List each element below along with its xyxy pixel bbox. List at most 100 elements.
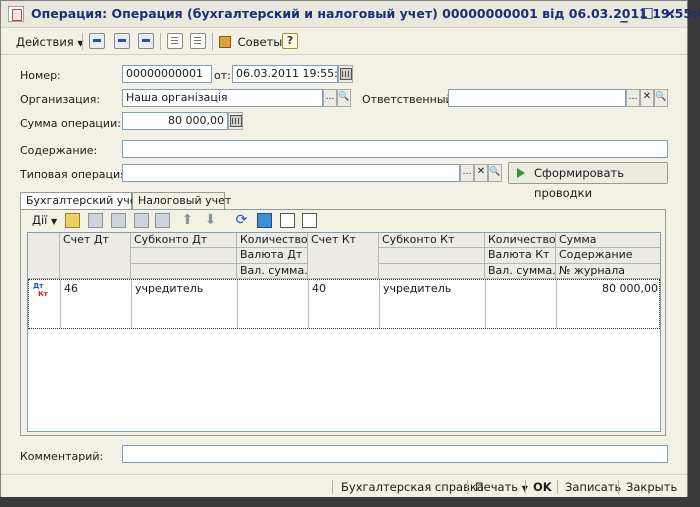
- minimize-button[interactable]: _: [615, 5, 633, 23]
- entries-table[interactable]: Счет Дт Субконто Дт Количество... Валюта…: [27, 232, 661, 432]
- operation-window: Операция: Операция (бухгалтерский и нало…: [0, 0, 700, 497]
- header-subconto-dt[interactable]: Субконто Дт: [131, 233, 237, 248]
- responsible-select-button[interactable]: …: [626, 89, 640, 107]
- accounting-report-button[interactable]: Бухгалтерская справка: [341, 478, 484, 496]
- entry-type-icon: Дт Кт: [29, 280, 61, 328]
- toolbar-separator: [212, 33, 213, 50]
- organization-search-button[interactable]: 🔍: [337, 89, 351, 107]
- title-bar[interactable]: Операция: Операция (бухгалтерский и нало…: [1, 1, 700, 28]
- save-button[interactable]: Записать: [565, 478, 621, 496]
- maximize-button[interactable]: ☐: [638, 5, 656, 23]
- end-edit-icon[interactable]: [155, 213, 170, 228]
- number-field[interactable]: 00000000001: [122, 65, 212, 83]
- ok-button[interactable]: OK: [533, 478, 552, 496]
- fill-icon[interactable]: [257, 213, 272, 228]
- advice-label: Советы: [237, 35, 283, 49]
- close-form-button[interactable]: Закрыть: [626, 478, 677, 496]
- row-icon-header: [28, 233, 60, 279]
- content-field[interactable]: [122, 140, 668, 158]
- header-cur-sum-kt[interactable]: Вал. сумма...: [485, 264, 556, 279]
- cell-sum[interactable]: 80 000,00: [557, 280, 660, 328]
- typical-select-button[interactable]: …: [460, 164, 474, 182]
- journal-icon[interactable]: [190, 33, 206, 49]
- typical-search-button[interactable]: 🔍: [488, 164, 502, 182]
- delete-row-icon[interactable]: [134, 213, 149, 228]
- play-icon: [517, 168, 525, 178]
- organization-field[interactable]: Наша організація: [122, 89, 323, 107]
- toolbar: Действия ▼ Советы ?: [1, 29, 687, 55]
- toolbar-separator: [82, 33, 83, 50]
- grid-actions-menu[interactable]: Дії ▼: [32, 213, 57, 229]
- columns-icon[interactable]: [302, 213, 317, 228]
- table-row[interactable]: Дт Кт 46 учредитель 40 учредитель 80 000…: [28, 279, 660, 329]
- tab-accounting[interactable]: Бухгалтерский учет: [20, 192, 143, 210]
- advice-button[interactable]: Советы: [219, 32, 282, 52]
- responsible-clear-button[interactable]: ✕: [640, 89, 654, 107]
- header-currency-kt[interactable]: Валюта Кт: [485, 248, 556, 264]
- header-sum[interactable]: Сумма: [556, 233, 660, 248]
- header-quantity-kt[interactable]: Количество...: [485, 233, 556, 248]
- print-label: Печать: [475, 480, 519, 494]
- header-cur-sum-dt[interactable]: Вал. сумма...: [237, 264, 308, 279]
- responsible-label: Ответственный:: [362, 93, 457, 106]
- move-up-icon[interactable]: ⬆: [180, 213, 195, 228]
- content-label: Содержание:: [20, 144, 98, 157]
- edit-row-icon[interactable]: [111, 213, 126, 228]
- typical-operation-field[interactable]: [122, 164, 460, 182]
- actions-menu[interactable]: Действия ▼: [16, 32, 84, 52]
- actions-label: Действия: [16, 35, 74, 49]
- refresh-grid-icon[interactable]: ⟳: [234, 213, 249, 228]
- header-subconto-kt-3: [379, 264, 485, 279]
- header-currency-dt[interactable]: Валюта Дт: [237, 248, 308, 264]
- toolbar-separator: [160, 33, 161, 50]
- amount-label: Сумма операции:: [20, 117, 121, 130]
- cell-subconto-dt[interactable]: учредитель: [132, 280, 238, 328]
- organization-select-button[interactable]: …: [323, 89, 337, 107]
- typical-clear-button[interactable]: ✕: [474, 164, 488, 182]
- cell-quantity-kt[interactable]: [486, 280, 557, 328]
- header-content[interactable]: Содержание: [556, 248, 660, 264]
- close-button[interactable]: ✕: [661, 5, 679, 23]
- generate-entries-button[interactable]: Сформировать проводки: [508, 162, 668, 200]
- print-menu[interactable]: Печать ▼: [475, 478, 528, 496]
- preview-icon[interactable]: [167, 33, 183, 49]
- transfer-icon[interactable]: [138, 33, 154, 49]
- calculator-button[interactable]: [228, 112, 243, 130]
- refresh-icon[interactable]: [114, 33, 130, 49]
- cell-quantity-dt[interactable]: [238, 280, 309, 328]
- header-journal[interactable]: № журнала: [556, 264, 660, 279]
- calendar-button[interactable]: [338, 65, 353, 83]
- number-label: Номер:: [20, 69, 61, 82]
- calendar-icon: [340, 68, 352, 80]
- responsible-field[interactable]: [448, 89, 626, 107]
- add-row-icon[interactable]: [65, 213, 80, 228]
- comment-label: Комментарий:: [20, 450, 104, 463]
- header-account-dt[interactable]: Счет Дт: [60, 233, 131, 279]
- command-separator: [618, 480, 619, 494]
- document-icon: [8, 6, 24, 22]
- header-subconto-kt[interactable]: Субконто Кт: [379, 233, 485, 248]
- comment-field[interactable]: [122, 445, 668, 463]
- header-account-kt[interactable]: Счет Кт: [308, 233, 379, 279]
- date-field[interactable]: 06.03.2011 19:55:42: [232, 65, 338, 83]
- command-separator: [525, 480, 526, 494]
- cell-account-kt[interactable]: 40: [309, 280, 380, 328]
- header-subconto-dt-3: [131, 264, 237, 279]
- help-button[interactable]: ?: [282, 33, 298, 49]
- responsible-search-button[interactable]: 🔍: [654, 89, 668, 107]
- cell-account-dt[interactable]: 46: [61, 280, 132, 328]
- organization-label: Организация:: [20, 93, 101, 106]
- copy-row-icon[interactable]: [88, 213, 103, 228]
- move-down-icon[interactable]: ⬇: [203, 213, 218, 228]
- typical-operation-label: Типовая операция:: [20, 168, 131, 181]
- dt-marker: Дт: [33, 282, 44, 290]
- sort-icon[interactable]: [280, 213, 295, 228]
- cell-subconto-kt[interactable]: учредитель: [380, 280, 486, 328]
- dropdown-arrow-icon: ▼: [51, 217, 58, 226]
- back-arrow-icon[interactable]: [89, 33, 105, 49]
- window-title: Операция: Операция (бухгалтерский и нало…: [31, 6, 700, 21]
- tab-tax[interactable]: Налоговый учет: [132, 192, 231, 209]
- header-quantity-dt[interactable]: Количество...: [237, 233, 308, 248]
- calculator-icon: [230, 115, 242, 127]
- amount-field[interactable]: 80 000,00: [122, 112, 228, 130]
